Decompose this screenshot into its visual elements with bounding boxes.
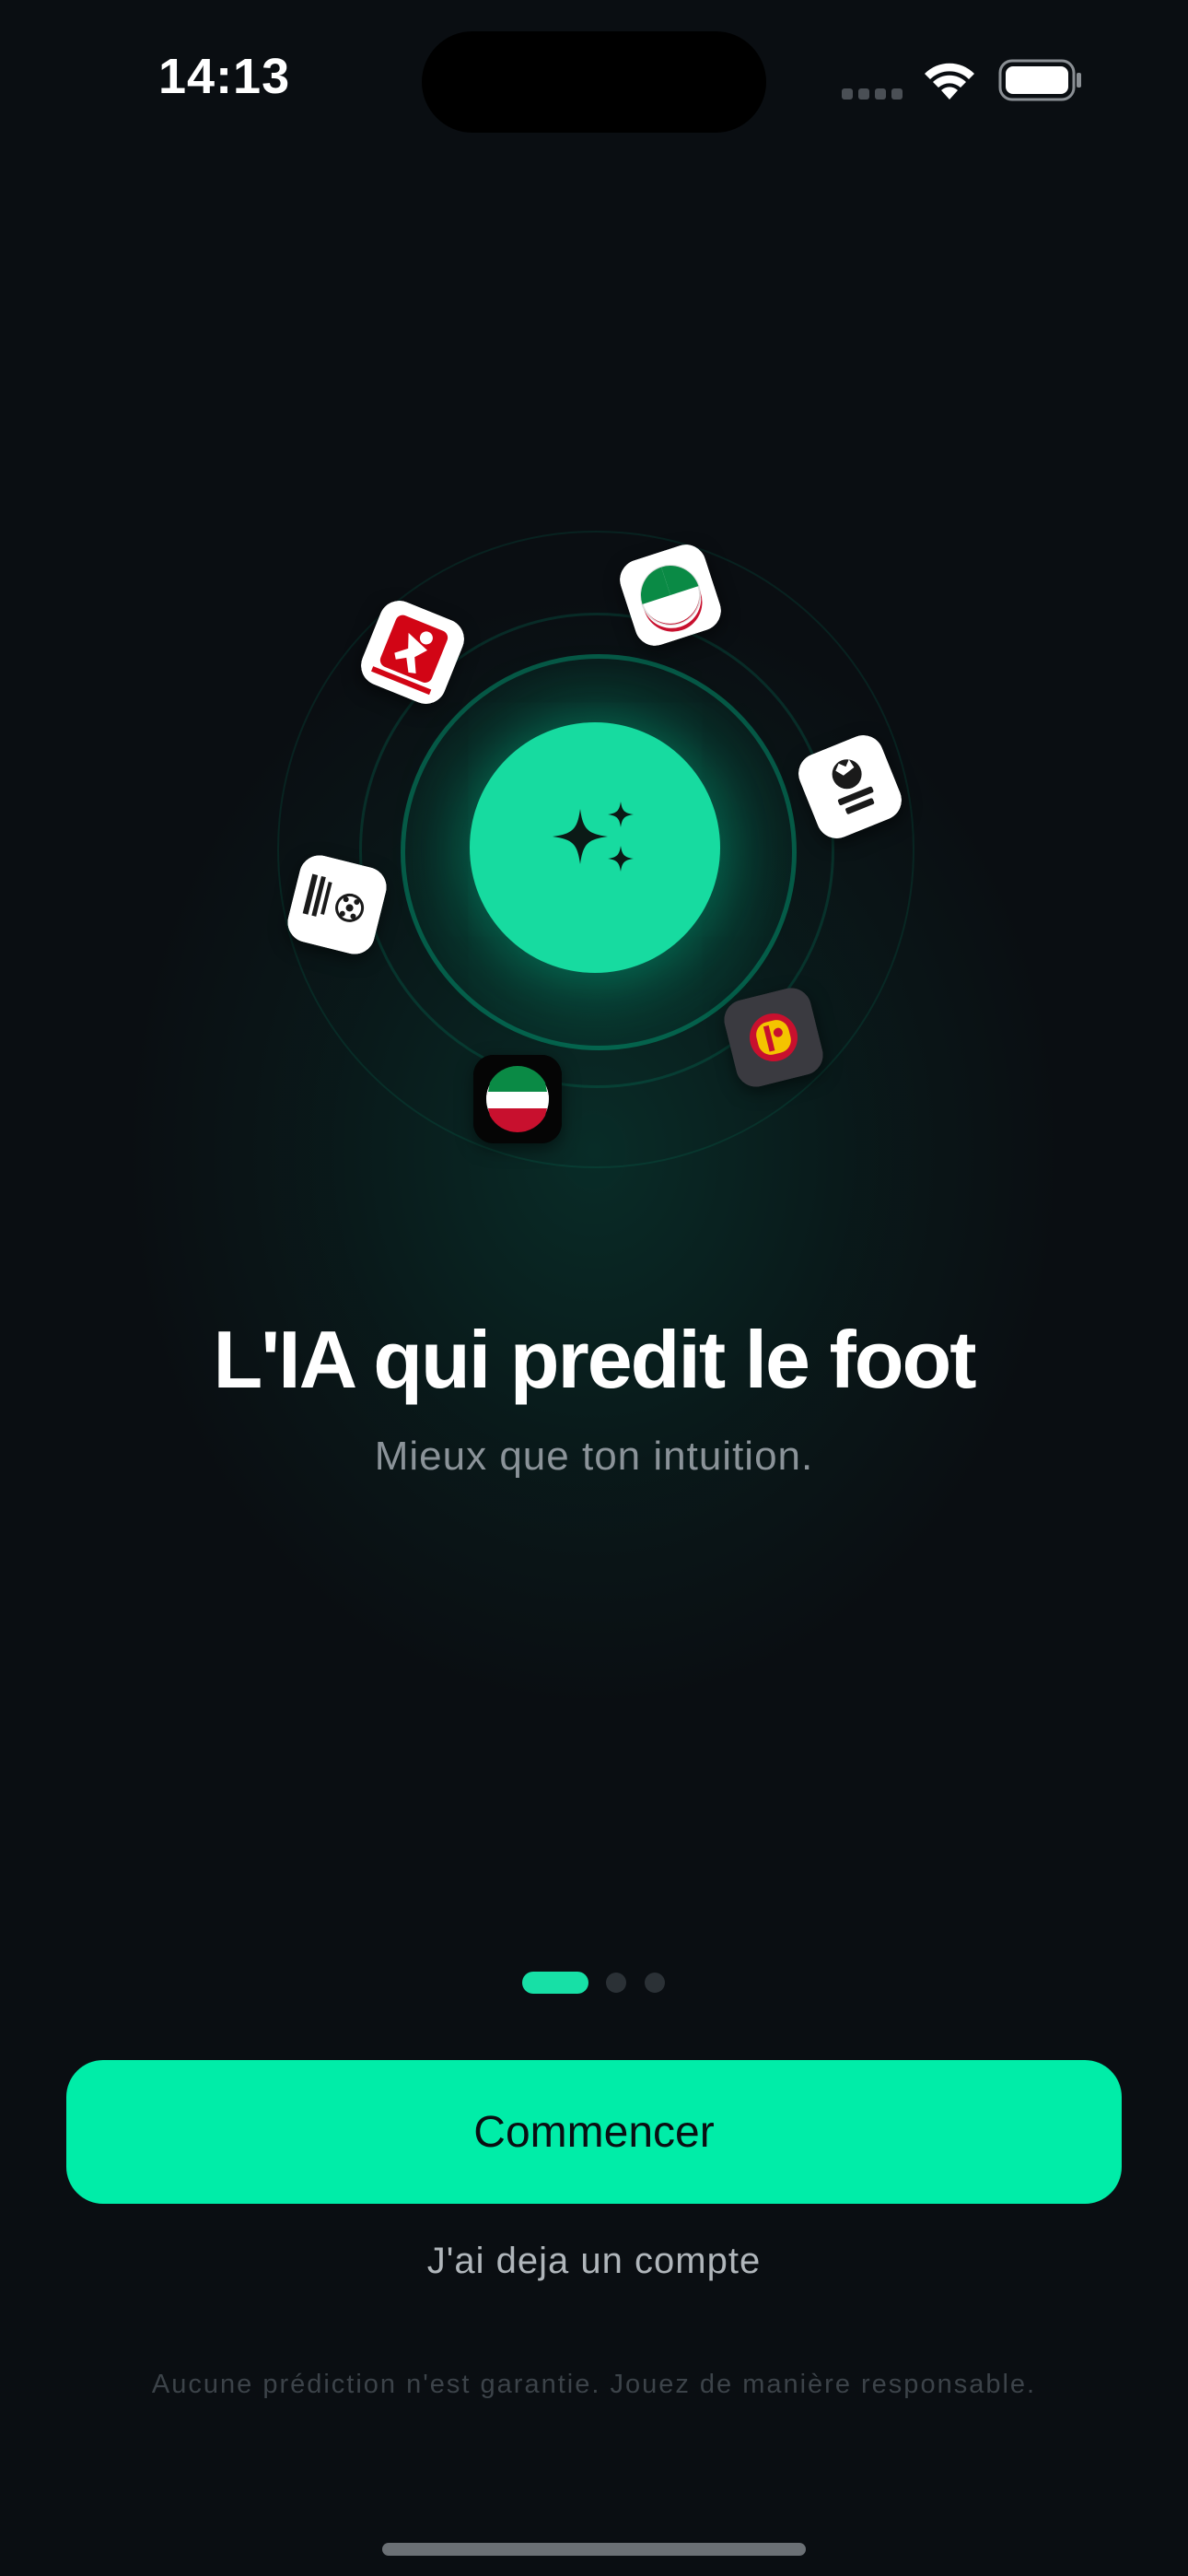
- onboarding-title: L'IA qui predit le foot: [213, 1314, 976, 1405]
- existing-account-link[interactable]: J'ai deja un compte: [0, 2241, 1188, 2282]
- onboarding-subtitle: Mieux que ton intuition.: [374, 1434, 814, 1479]
- sparkles-icon: [553, 802, 634, 872]
- hero-illustration: [0, 0, 1188, 1290]
- start-button[interactable]: Commencer: [66, 2060, 1122, 2204]
- league-flag-icon: [473, 1055, 562, 1143]
- page-dot-active: [522, 1972, 588, 1994]
- page-dot: [606, 1973, 626, 1993]
- page-indicator: [0, 1970, 1188, 1996]
- responsible-gaming-disclaimer: Aucune prédiction n'est garantie. Jouez …: [151, 2370, 1037, 2399]
- home-indicator[interactable]: [382, 2543, 806, 2556]
- page-dot: [645, 1973, 665, 1993]
- ai-core-circle: [470, 722, 720, 973]
